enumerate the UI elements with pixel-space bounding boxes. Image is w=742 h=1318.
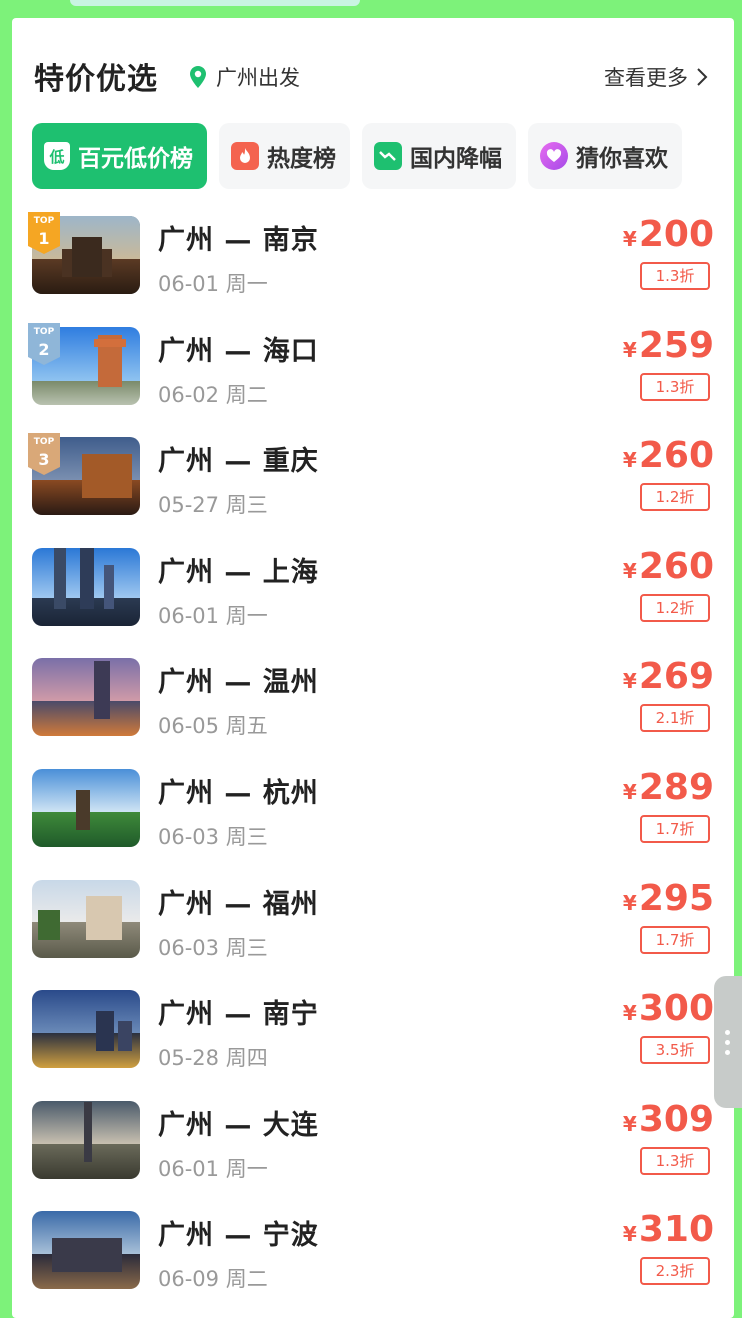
flight-date: 06-05 周五 bbox=[158, 714, 268, 739]
flight-deal-list: TOP 1 广州 — 南京 06-01 周一 ¥200 1.3折 TOP 2 广… bbox=[12, 208, 734, 1314]
tab-label: 国内降幅 bbox=[410, 146, 502, 172]
departure-location[interactable]: 广州出发 bbox=[188, 62, 300, 92]
flight-date: 06-01 周一 bbox=[158, 1156, 268, 1181]
price: ¥260 bbox=[622, 435, 714, 477]
flight-date: 06-01 周一 bbox=[158, 603, 268, 628]
price: ¥200 bbox=[622, 214, 714, 255]
flight-deal-item[interactable]: 广州 — 福州 06-03 周三 ¥295 1.7折 bbox=[12, 872, 734, 983]
destination-photo bbox=[32, 1211, 140, 1290]
route-label: 广州 — 杭州 bbox=[158, 777, 319, 809]
flight-deal-item[interactable]: 广州 — 杭州 06-03 周三 ¥289 1.7折 bbox=[12, 761, 734, 872]
destination-photo bbox=[32, 658, 140, 737]
route-label: 广州 — 南京 bbox=[158, 225, 319, 256]
price: ¥260 bbox=[622, 545, 714, 587]
section-title: 特价优选 bbox=[34, 62, 158, 97]
tab-bar: 低 百元低价榜 热度榜 国内降幅 猜你喜欢 bbox=[32, 123, 682, 189]
destination-photo bbox=[32, 547, 140, 626]
top-notch bbox=[70, 0, 360, 6]
trend-down-icon bbox=[374, 142, 402, 170]
discount-badge: 1.3折 bbox=[640, 372, 710, 401]
route-label: 广州 — 福州 bbox=[158, 888, 319, 920]
tab-domestic-drop[interactable]: 国内降幅 bbox=[362, 123, 516, 189]
route-label: 广州 — 上海 bbox=[158, 556, 319, 588]
route-label: 广州 — 温州 bbox=[158, 667, 319, 699]
discount-badge: 3.5折 bbox=[640, 1036, 710, 1065]
chevron-right-icon bbox=[697, 68, 708, 86]
special-offers-card: 特价优选 广州出发 查看更多 低 百元低价榜 热度榜 国内降幅 猜你喜欢 TOP… bbox=[12, 18, 734, 1318]
flight-deal-item[interactable]: TOP 2 广州 — 海口 06-02 周二 ¥259 1.3折 bbox=[12, 319, 734, 430]
destination-photo bbox=[32, 1100, 140, 1179]
destination-photo bbox=[32, 990, 140, 1069]
flight-date: 06-01 周一 bbox=[158, 272, 268, 296]
card-header: 特价优选 广州出发 查看更多 bbox=[12, 18, 734, 128]
tab-popular[interactable]: 热度榜 bbox=[219, 123, 350, 189]
low-price-icon: 低 bbox=[44, 142, 70, 170]
flight-date: 05-27 周三 bbox=[158, 493, 268, 518]
flight-deal-item[interactable]: 广州 — 南宁 05-28 周四 ¥300 3.5折 bbox=[12, 982, 734, 1093]
flight-deal-item[interactable]: 广州 — 宁波 06-09 周二 ¥310 2.3折 bbox=[12, 1203, 734, 1314]
fire-icon bbox=[231, 142, 259, 170]
discount-badge: 2.3折 bbox=[640, 1257, 710, 1286]
route-label: 广州 — 重庆 bbox=[158, 446, 319, 478]
tab-label: 热度榜 bbox=[267, 146, 336, 172]
route-label: 广州 — 海口 bbox=[158, 335, 319, 367]
rank-badge: TOP 1 bbox=[28, 212, 60, 254]
price: ¥269 bbox=[622, 656, 714, 698]
rank-badge: TOP 2 bbox=[28, 322, 60, 365]
flight-deal-item[interactable]: 广州 — 大连 06-01 周一 ¥309 1.3折 bbox=[12, 1093, 734, 1204]
price: ¥259 bbox=[622, 324, 714, 366]
discount-badge: 1.3折 bbox=[640, 262, 710, 290]
flight-deal-item[interactable]: 广州 — 温州 06-05 周五 ¥269 2.1折 bbox=[12, 650, 734, 761]
view-more-link[interactable]: 查看更多 bbox=[604, 62, 708, 92]
discount-badge: 2.1折 bbox=[640, 704, 710, 733]
price: ¥289 bbox=[622, 766, 714, 808]
location-pin-icon bbox=[190, 66, 206, 88]
tab-label: 猜你喜欢 bbox=[576, 146, 668, 172]
flight-deal-item[interactable]: TOP 1 广州 — 南京 06-01 周一 ¥200 1.3折 bbox=[12, 208, 734, 319]
discount-badge: 1.2折 bbox=[640, 593, 710, 622]
discount-badge: 1.2折 bbox=[640, 483, 710, 512]
departure-label: 广州出发 bbox=[216, 66, 300, 90]
flight-date: 05-28 周四 bbox=[158, 1046, 268, 1071]
price: ¥295 bbox=[622, 877, 714, 919]
heart-icon bbox=[540, 142, 568, 170]
tab-recommend[interactable]: 猜你喜欢 bbox=[528, 123, 682, 189]
tab-label: 百元低价榜 bbox=[78, 146, 193, 172]
tab-low-price[interactable]: 低 百元低价榜 bbox=[32, 123, 207, 189]
flight-deal-item[interactable]: TOP 3 广州 — 重庆 05-27 周三 ¥260 1.2折 bbox=[12, 429, 734, 540]
flight-date: 06-03 周三 bbox=[158, 824, 268, 849]
rank-badge: TOP 3 bbox=[28, 433, 60, 476]
discount-badge: 1.7折 bbox=[640, 814, 710, 843]
destination-photo bbox=[32, 879, 140, 958]
flight-date: 06-03 周三 bbox=[158, 935, 268, 960]
side-drawer-handle[interactable] bbox=[714, 976, 742, 1108]
discount-badge: 1.3折 bbox=[640, 1146, 710, 1175]
price: ¥300 bbox=[622, 988, 714, 1030]
flight-date: 06-09 周二 bbox=[158, 1267, 268, 1292]
price: ¥310 bbox=[622, 1209, 714, 1251]
destination-photo bbox=[32, 768, 140, 847]
discount-badge: 1.7折 bbox=[640, 925, 710, 954]
route-label: 广州 — 南宁 bbox=[158, 999, 319, 1031]
route-label: 广州 — 大连 bbox=[158, 1109, 319, 1141]
flight-deal-item[interactable]: 广州 — 上海 06-01 周一 ¥260 1.2折 bbox=[12, 540, 734, 651]
route-label: 广州 — 宁波 bbox=[158, 1220, 319, 1252]
price: ¥309 bbox=[622, 1098, 714, 1140]
flight-date: 06-02 周二 bbox=[158, 382, 268, 407]
view-more-label: 查看更多 bbox=[604, 66, 688, 90]
